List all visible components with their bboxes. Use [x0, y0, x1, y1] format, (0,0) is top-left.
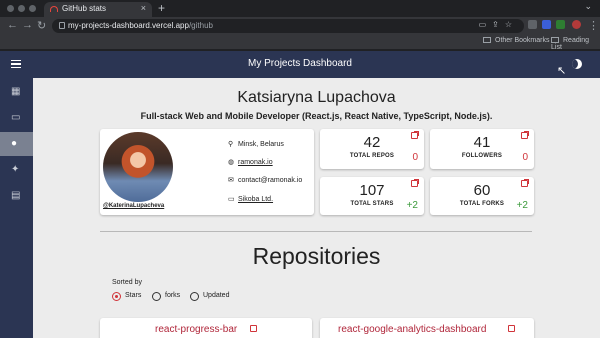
lock-icon [59, 22, 65, 29]
tab-search-chevron-icon[interactable]: ⌄ [584, 1, 592, 12]
tab-title: GitHub stats [62, 4, 107, 13]
stat-card-forks: 60 TOTAL FORKS +2 [430, 177, 534, 215]
repo-card[interactable]: react-google-analytics-dashboard [320, 318, 534, 338]
minimize-window-button[interactable] [18, 5, 25, 12]
url-host: my-projects-dashboard.vercel.app [68, 21, 189, 30]
sidebar-item-devices[interactable]: ▭ [0, 106, 33, 130]
profile-tagline: Full-stack Web and Mobile Developer (Rea… [140, 111, 493, 121]
bookmark-other[interactable]: Other Bookmarks [483, 37, 549, 44]
close-window-button[interactable] [7, 5, 14, 12]
folder-icon [483, 37, 491, 43]
cast-icon[interactable]: ▭ [479, 20, 493, 29]
sidebar-item-dashboard[interactable]: ▦ [0, 80, 33, 104]
tab-close-button[interactable]: × [141, 3, 146, 13]
browser-tab[interactable]: GitHub stats × [44, 2, 152, 17]
sort-forks-label[interactable]: forks [165, 292, 180, 299]
dark-mode-toggle-icon[interactable] [572, 59, 582, 69]
forward-arrow-icon[interactable]: → [22, 19, 33, 31]
stat-card-stars: 107 TOTAL STARS +2 [320, 177, 424, 215]
repo-name[interactable]: react-progress-bar [155, 324, 237, 335]
back-arrow-icon[interactable]: ← [7, 19, 18, 31]
devices-icon: ▭ [11, 112, 21, 123]
url-path: /github [188, 21, 213, 30]
avatar [103, 132, 173, 202]
bookmarks-bar: Other Bookmarks Reading List [0, 35, 600, 51]
stat-delta: +2 [406, 200, 418, 211]
email-line: ✉ contact@ramonak.io [228, 176, 302, 184]
app-title: My Projects Dashboard [248, 58, 352, 69]
location-line: ⚲ Minsk, Belarus [228, 140, 284, 148]
shield-extension-icon[interactable] [542, 20, 551, 29]
mouse-cursor-icon: ↖ [557, 65, 567, 77]
github-icon: ● [11, 138, 18, 149]
omnibox-actions[interactable]: ▭⇪☆ [479, 20, 518, 29]
browser-toolbar: ← → ↻ my-projects-dashboard.vercel.app/g… [0, 17, 600, 35]
sidebar-item-github[interactable]: ● [0, 132, 33, 156]
repo-name[interactable]: react-google-analytics-dashboard [338, 324, 486, 335]
sort-stars-label[interactable]: Stars [125, 292, 141, 299]
company-link[interactable]: Sikoba Ltd. [238, 196, 273, 203]
stat-card-followers: 41 FOLLOWERS 0 [430, 129, 534, 169]
divider [100, 231, 532, 232]
sort-forks-radio[interactable] [152, 292, 161, 301]
location-pin-icon: ⚲ [228, 141, 234, 148]
website-link[interactable]: ramonak.io [238, 159, 273, 166]
sidebar: ▦ ▭ ● ✦ ▤ [0, 78, 33, 338]
sidebar-item-twitter[interactable]: ✦ [0, 158, 33, 182]
sort-label: Sorted by [112, 279, 142, 286]
repo-card[interactable]: react-progress-bar [100, 318, 312, 338]
sort-updated-label[interactable]: Updated [203, 292, 229, 299]
profile-avatar-icon[interactable] [572, 20, 581, 29]
stat-card-repos: 42 TOTAL REPOS 0 [320, 129, 424, 169]
bookmark-star-icon[interactable]: ☆ [505, 20, 518, 29]
stat-value: 107 [359, 182, 385, 199]
stat-label: FOLLOWERS [461, 153, 503, 159]
github-handle-link[interactable]: @KaterinaLupacheva [103, 203, 164, 209]
sidebar-item-list[interactable]: ▤ [0, 184, 33, 208]
location-text: Minsk, Belarus [238, 141, 284, 148]
reading-list-icon [551, 37, 559, 43]
extension-icon[interactable] [528, 20, 537, 29]
twitter-icon: ✦ [11, 164, 20, 175]
main-content: Katsiaryna Lupachova Full-stack Web and … [33, 78, 600, 338]
email-text[interactable]: contact@ramonak.io [238, 177, 302, 184]
url-text: my-projects-dashboard.vercel.app/github [68, 21, 213, 30]
globe-icon: ◍ [228, 159, 235, 166]
stat-delta: +2 [516, 200, 528, 211]
browser-menu-icon[interactable]: ⋮ [588, 19, 599, 32]
reload-icon[interactable]: ↻ [37, 19, 46, 32]
address-bar[interactable]: my-projects-dashboard.vercel.app/github … [52, 19, 524, 33]
stat-label: TOTAL REPOS [349, 153, 395, 159]
favicon-icon [50, 6, 58, 12]
stat-value: 60 [473, 182, 491, 199]
stat-value: 41 [473, 134, 491, 151]
stat-delta: 0 [412, 152, 418, 163]
maximize-window-button[interactable] [29, 5, 36, 12]
profile-card: @KaterinaLupacheva ⚲ Minsk, Belarus ◍ ramo… [100, 129, 314, 215]
stat-delta: 0 [522, 152, 528, 163]
bookmark-other-label: Other Bookmarks [495, 37, 550, 44]
profile-name: Katsiaryna Lupachova [237, 89, 396, 106]
new-tab-button[interactable]: + [158, 1, 165, 15]
briefcase-icon: ▭ [228, 196, 235, 203]
sort-stars-radio[interactable] [112, 292, 121, 301]
repositories-title: Repositories [252, 243, 381, 269]
app-bar: My Projects Dashboard [0, 51, 600, 78]
website-line: ◍ ramonak.io [228, 158, 273, 166]
bookmark-reading-list[interactable]: Reading List [551, 37, 600, 51]
check-extension-icon[interactable] [556, 20, 565, 29]
dashboard-icon: ▦ [11, 86, 21, 97]
open-external-icon[interactable] [250, 325, 257, 332]
list-icon: ▤ [11, 190, 21, 201]
company-line: ▭ Sikoba Ltd. [228, 195, 273, 203]
mail-icon: ✉ [228, 177, 234, 184]
share-icon[interactable]: ⇪ [492, 20, 505, 29]
stat-value: 42 [363, 134, 381, 151]
open-external-icon[interactable] [508, 325, 515, 332]
browser-tab-bar: GitHub stats × + ⌄ [0, 0, 600, 17]
sort-updated-radio[interactable] [190, 292, 199, 301]
